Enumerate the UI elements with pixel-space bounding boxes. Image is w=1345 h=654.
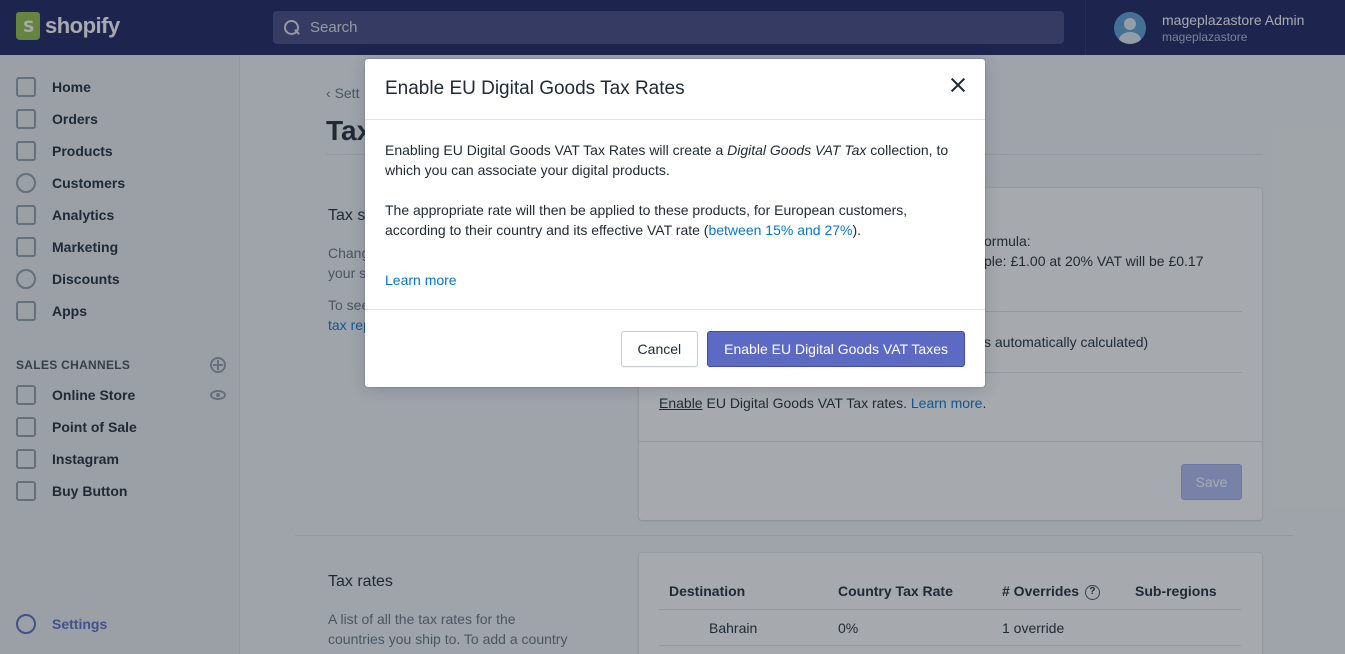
close-icon[interactable] (949, 76, 967, 94)
vat-rate-link[interactable]: between 15% and 27% (708, 222, 852, 238)
modal-title: Enable EU Digital Goods Tax Rates (385, 78, 685, 99)
modal-body: Enabling EU Digital Goods VAT Tax Rates … (365, 120, 985, 310)
collection-name: Digital Goods VAT Tax (727, 142, 867, 158)
cancel-button[interactable]: Cancel (620, 330, 699, 367)
learn-more-link[interactable]: Learn more (385, 272, 457, 288)
modal-paragraph: Enabling EU Digital Goods VAT Tax Rates … (385, 140, 965, 180)
enable-eu-tax-modal: Enable EU Digital Goods Tax Rates Enabli… (365, 59, 985, 387)
text: Enabling EU Digital Goods VAT Tax Rates … (385, 142, 728, 158)
modal-footer: Cancel Enable EU Digital Goods VAT Taxes (365, 310, 985, 387)
modal-paragraph: The appropriate rate will then be applie… (385, 200, 965, 240)
modal-header: Enable EU Digital Goods Tax Rates (365, 59, 985, 120)
modal-paragraph: Learn more (385, 270, 965, 290)
enable-taxes-button[interactable]: Enable EU Digital Goods VAT Taxes (707, 330, 965, 367)
text: ). (852, 222, 862, 238)
